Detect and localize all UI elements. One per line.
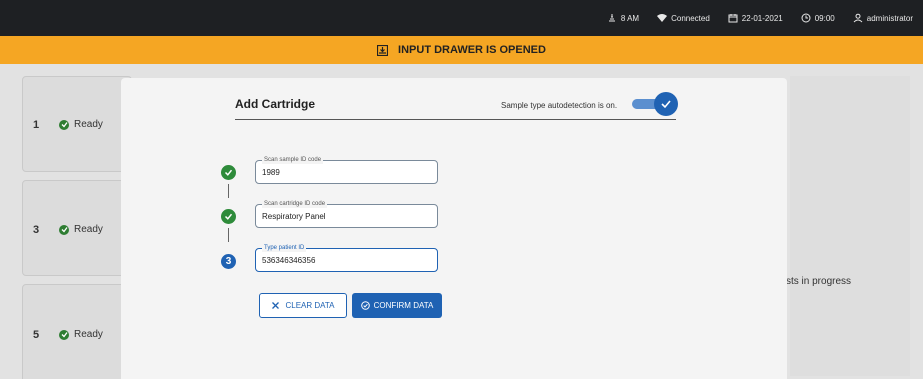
drawer-icon xyxy=(377,44,389,56)
toggle-knob xyxy=(654,92,678,116)
slot-number: 5 xyxy=(33,329,40,341)
checkmark-icon xyxy=(661,100,671,109)
right-panel xyxy=(790,76,910,376)
slot-3[interactable]: 3 Ready xyxy=(22,180,132,276)
check-icon xyxy=(59,329,69,340)
step-2-done-icon xyxy=(221,209,236,224)
top-status-bar: 8 AM Connected 22-01-2021 09:00 administ… xyxy=(0,0,923,36)
thermometer-icon xyxy=(608,14,615,22)
temperature-status: 8 AM xyxy=(607,13,639,23)
user-icon xyxy=(853,13,863,23)
dialog-title: Add Cartridge xyxy=(235,97,316,111)
slot-5[interactable]: 5 Ready xyxy=(22,284,132,379)
step-connector xyxy=(228,184,229,198)
calendar-icon xyxy=(728,14,738,23)
slot-number: 3 xyxy=(33,224,40,236)
slot-status-text: Ready xyxy=(74,329,103,340)
tests-in-progress-text: sts in progress xyxy=(786,276,852,287)
autodetect-toggle[interactable] xyxy=(632,92,678,116)
add-cartridge-dialog: Add Cartridge Sample type autodetection … xyxy=(121,78,787,379)
cartridge-id-input[interactable] xyxy=(262,212,432,221)
time-text: 09:00 xyxy=(814,13,835,23)
title-divider xyxy=(235,119,676,120)
patient-id-input[interactable] xyxy=(262,256,432,265)
sample-id-input[interactable] xyxy=(262,168,432,177)
temperature-text: 8 AM xyxy=(620,13,640,23)
cartridge-id-legend: Scan cartridge ID code xyxy=(262,200,328,208)
check-icon xyxy=(59,119,69,130)
user-text: administrator xyxy=(866,13,913,23)
check-circle-icon xyxy=(360,301,370,310)
date-status: 22-01-2021 xyxy=(728,13,783,23)
clock-icon xyxy=(801,13,811,23)
date-text: 22-01-2021 xyxy=(741,13,783,23)
clear-data-button[interactable]: CLEAR DATA xyxy=(259,293,347,318)
check-icon xyxy=(59,224,69,235)
connection-text: Connected xyxy=(671,13,710,23)
cartridge-id-field[interactable]: Scan cartridge ID code xyxy=(255,200,438,228)
slot-status-text: Ready xyxy=(74,224,103,235)
step-3-number-icon: 3 xyxy=(221,254,236,269)
sample-id-field[interactable]: Scan sample ID code xyxy=(255,156,438,184)
close-icon xyxy=(272,302,280,309)
user-status[interactable]: administrator xyxy=(853,13,913,23)
time-status: 09:00 xyxy=(801,13,835,23)
slot-1[interactable]: 1 Ready xyxy=(22,76,132,172)
slot-status: Ready xyxy=(59,329,103,340)
wifi-icon xyxy=(657,14,668,22)
drawer-open-banner: INPUT DRAWER IS OPENED xyxy=(0,36,923,64)
patient-id-field[interactable]: Type patient ID xyxy=(255,244,438,272)
autodetect-label: Sample type autodetection is on. xyxy=(501,101,618,110)
slot-number: 1 xyxy=(33,119,40,131)
slot-status: Ready xyxy=(59,224,103,235)
slot-status-text: Ready xyxy=(74,119,103,130)
clear-data-label: CLEAR DATA xyxy=(285,301,335,310)
confirm-data-button[interactable]: CONFIRM DATA xyxy=(352,293,442,318)
sample-id-legend: Scan sample ID code xyxy=(262,156,324,164)
banner-text: INPUT DRAWER IS OPENED xyxy=(398,44,546,56)
slot-status: Ready xyxy=(59,119,103,130)
confirm-data-label: CONFIRM DATA xyxy=(373,301,434,310)
patient-id-legend: Type patient ID xyxy=(262,244,307,252)
step-1-done-icon xyxy=(221,165,236,180)
step-connector xyxy=(228,228,229,242)
connection-status: Connected xyxy=(657,13,710,23)
